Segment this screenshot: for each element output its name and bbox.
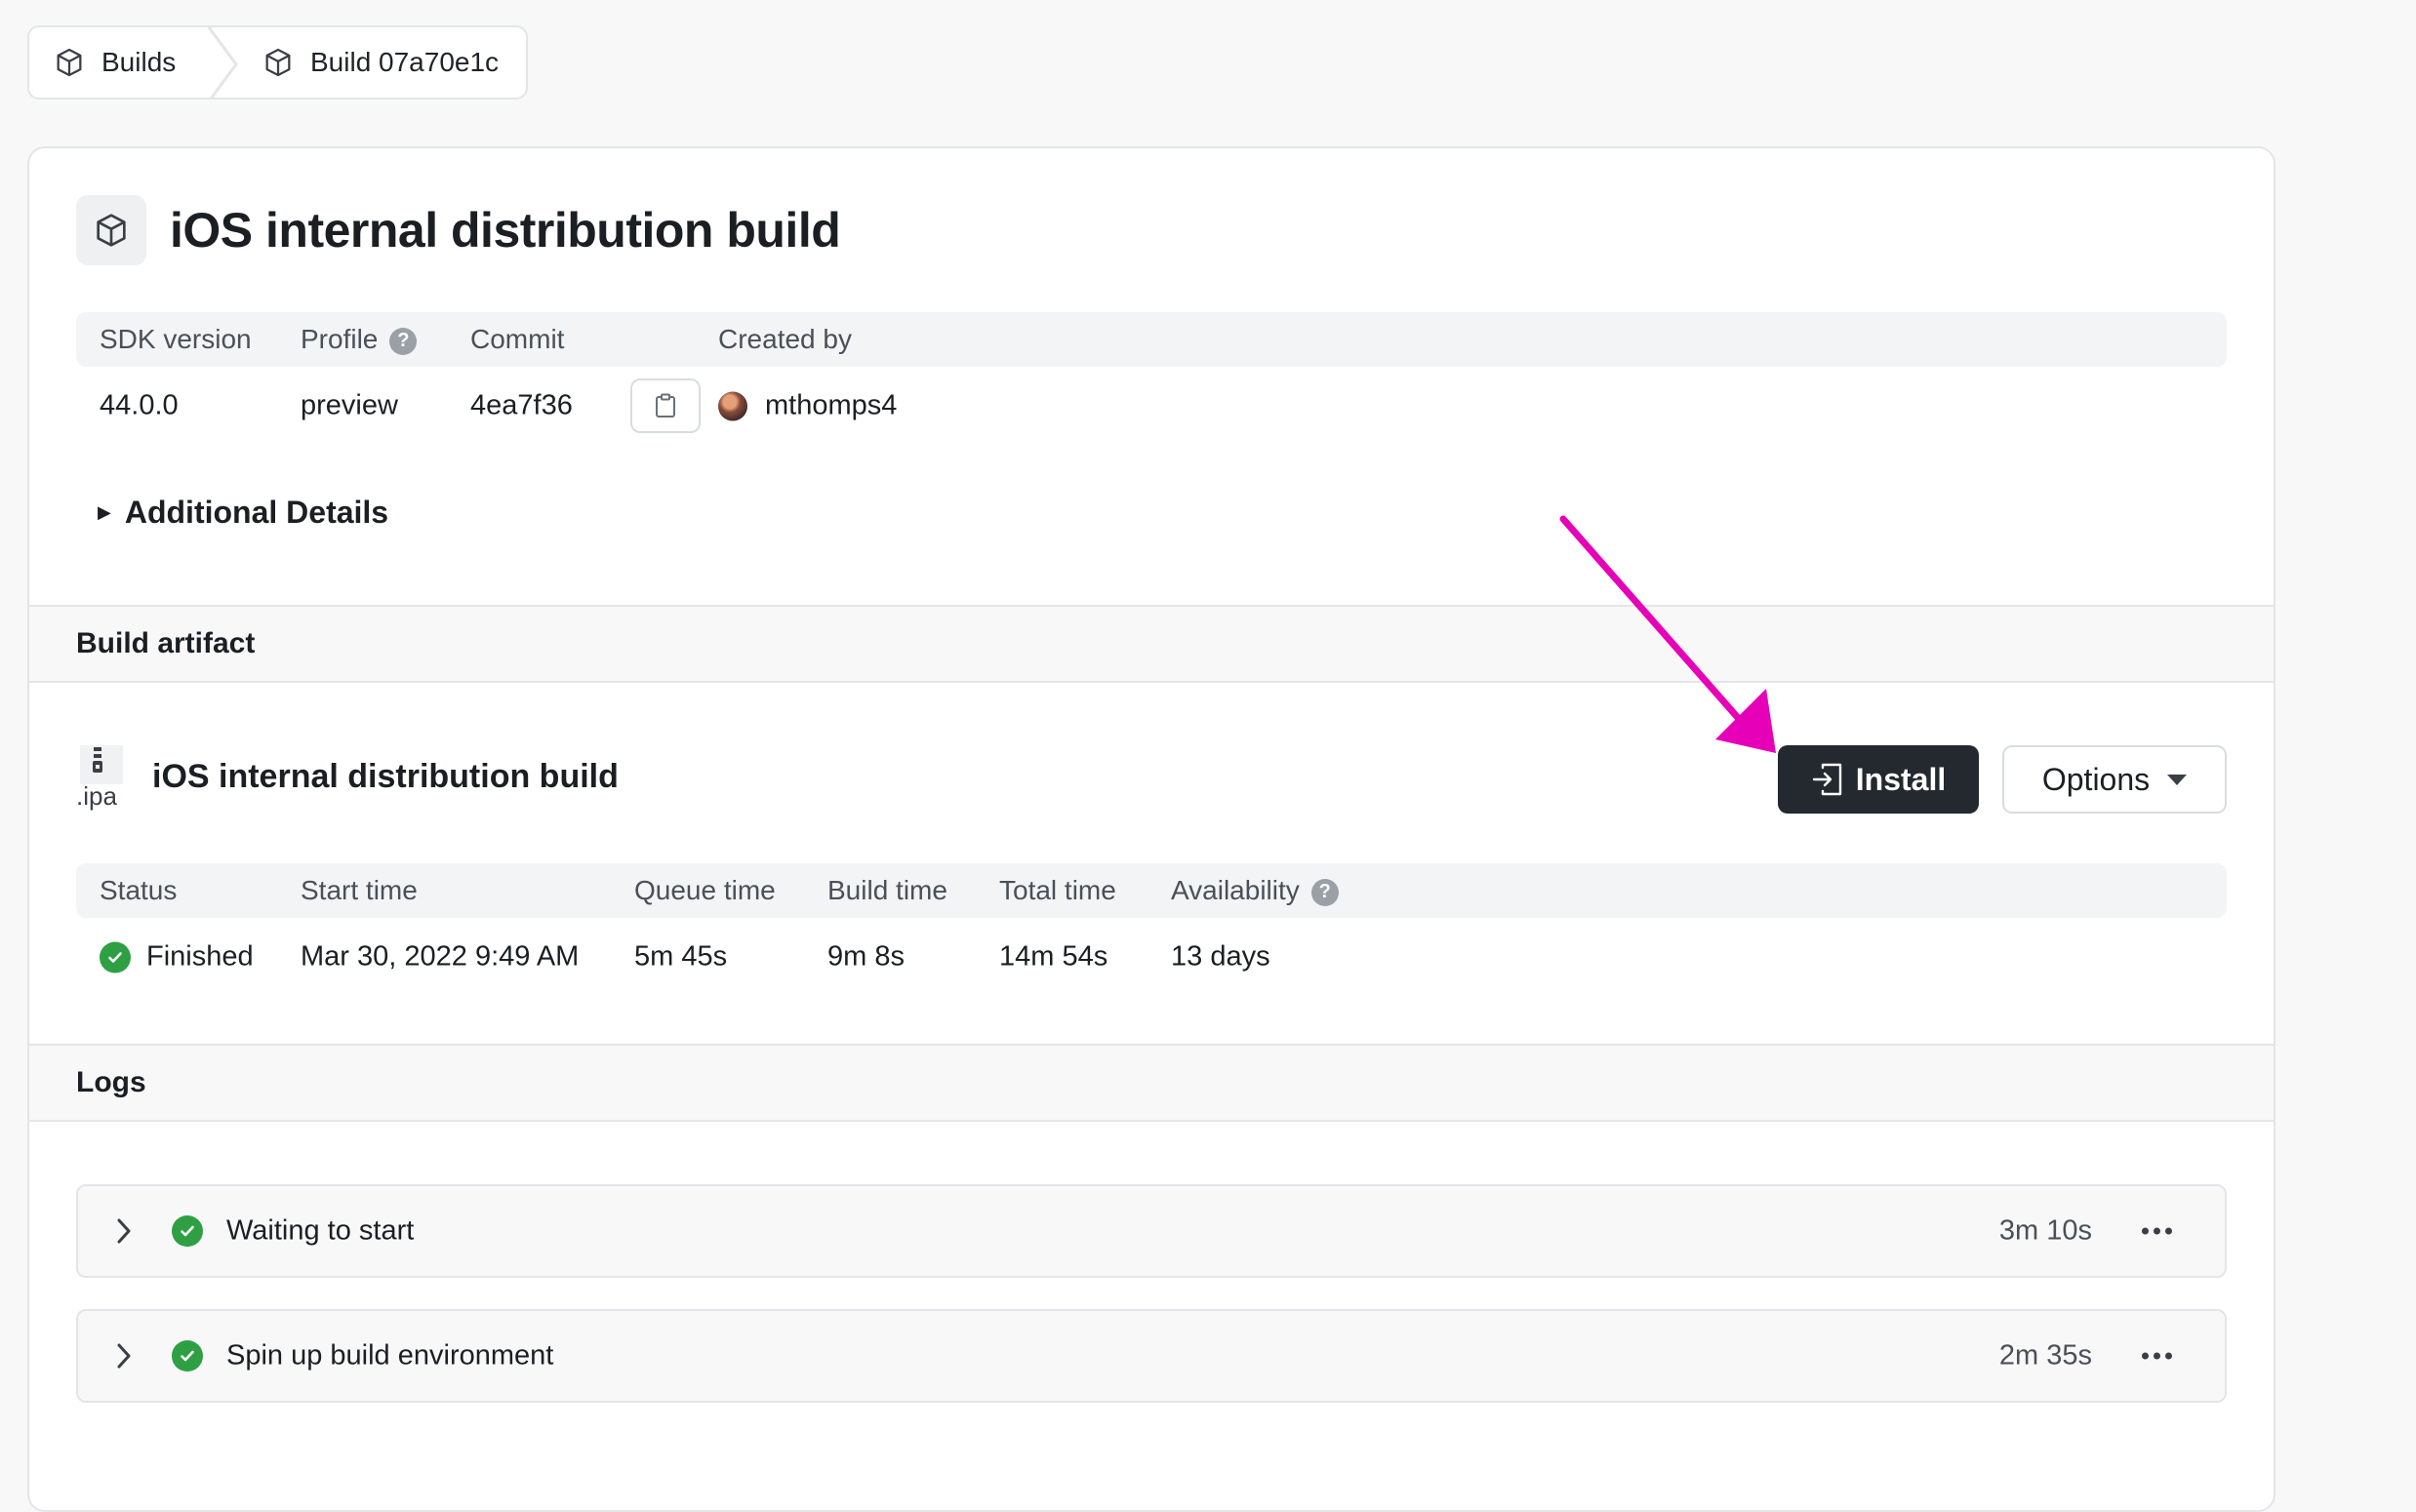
check-circle-icon [172, 1340, 203, 1372]
page-title: iOS internal distribution build [170, 203, 841, 258]
artifact-info-table: Status Start time Queue time Build time … [76, 863, 2227, 996]
more-options-icon[interactable] [2142, 1352, 2172, 1360]
log-step-duration: 3m 10s [1998, 1214, 2092, 1247]
build-details-card: iOS internal distribution build SDK vers… [27, 146, 2275, 1512]
col-status: Status [100, 875, 178, 905]
profile-value: preview [301, 389, 398, 421]
disclosure-triangle-icon: ▶ [98, 502, 111, 522]
install-label: Install [1855, 761, 1947, 797]
start-time-value: Mar 30, 2022 9:49 AM [301, 940, 580, 973]
artifact-name: iOS internal distribution build [152, 757, 619, 795]
status-value: Finished [146, 940, 254, 973]
chevron-down-icon [2167, 774, 2188, 785]
copy-commit-button[interactable] [630, 378, 701, 433]
col-availability-label: Availability [1171, 875, 1300, 905]
col-availability: Availability? [1171, 875, 1339, 906]
header-icon-box [76, 195, 146, 265]
build-info-table: SDK version Profile? Commit Created by 4… [76, 312, 2227, 445]
build-info-row: 44.0.0 preview 4ea7f36 mthomps4 [76, 367, 2227, 445]
cube-icon [97, 214, 126, 247]
breadcrumb: Builds Build 07a70e1c [27, 25, 528, 99]
col-profile: Profile? [301, 324, 418, 355]
col-build-time: Build time [827, 875, 947, 905]
log-step-duration: 2m 35s [1998, 1339, 2092, 1372]
queue-time-value: 5m 45s [634, 940, 728, 973]
check-circle-icon [172, 1215, 203, 1247]
commit-value[interactable]: 4ea7f36 [470, 390, 573, 422]
created-by[interactable]: mthomps4 [718, 390, 897, 422]
cube-icon [57, 48, 82, 77]
cube-icon [265, 48, 291, 77]
logs-title: Logs [76, 1066, 146, 1098]
chevron-right-icon[interactable] [115, 1341, 133, 1371]
col-profile-label: Profile [301, 324, 379, 354]
log-step-title: Waiting to start [226, 1214, 415, 1247]
chevron-right-icon[interactable] [115, 1216, 133, 1246]
status-cell: Finished [100, 941, 254, 974]
total-time-value: 14m 54s [999, 940, 1108, 973]
log-step[interactable]: Waiting to start 3m 10s [76, 1184, 2227, 1278]
artifact-info-row: Finished Mar 30, 2022 9:49 AM 5m 45s 9m … [76, 918, 2227, 996]
options-dropdown[interactable]: Options [2002, 745, 2227, 814]
sdk-version-value: 44.0.0 [100, 389, 179, 421]
col-commit: Commit [470, 324, 565, 354]
artifact-info-header: Status Start time Queue time Build time … [76, 863, 2227, 918]
additional-details-toggle[interactable]: ▶ Additional Details [98, 495, 388, 531]
build-time-value: 9m 8s [827, 940, 905, 973]
check-circle-icon [100, 941, 131, 973]
availability-value: 13 days [1171, 940, 1270, 973]
breadcrumb-separator [207, 27, 242, 98]
log-step-title: Spin up build environment [226, 1339, 554, 1372]
options-label: Options [2041, 761, 2151, 797]
created-by-value: mthomps4 [765, 389, 898, 421]
clipboard-icon [656, 393, 675, 418]
install-icon [1812, 763, 1841, 796]
col-start-time: Start time [301, 875, 418, 905]
artifact-row: .ipa iOS internal distribution build [76, 745, 619, 811]
col-queue-time: Queue time [634, 875, 776, 905]
breadcrumb-builds[interactable]: Builds [29, 27, 207, 98]
page-header: iOS internal distribution build [76, 195, 841, 265]
ipa-file-icon: .ipa [76, 745, 127, 811]
breadcrumb-builds-label: Builds [101, 47, 177, 77]
breadcrumb-build[interactable]: Build 07a70e1c [242, 27, 499, 98]
avatar [718, 391, 747, 420]
more-options-icon[interactable] [2142, 1227, 2172, 1235]
col-total-time: Total time [999, 875, 1116, 905]
build-artifact-title: Build artifact [76, 627, 256, 659]
help-icon[interactable]: ? [1310, 878, 1339, 906]
build-artifact-section-header: Build artifact [29, 605, 2274, 683]
logs-section-header: Logs [29, 1044, 2274, 1122]
ipa-label: .ipa [76, 781, 117, 811]
build-info-header: SDK version Profile? Commit Created by [76, 312, 2227, 367]
col-sdk-version: SDK version [100, 324, 252, 354]
install-button[interactable]: Install [1778, 745, 1979, 814]
col-created-by: Created by [718, 324, 852, 354]
additional-details-label: Additional Details [124, 495, 389, 530]
help-icon[interactable]: ? [389, 327, 418, 355]
breadcrumb-build-label: Build 07a70e1c [310, 47, 500, 77]
log-step[interactable]: Spin up build environment 2m 35s [76, 1309, 2227, 1403]
